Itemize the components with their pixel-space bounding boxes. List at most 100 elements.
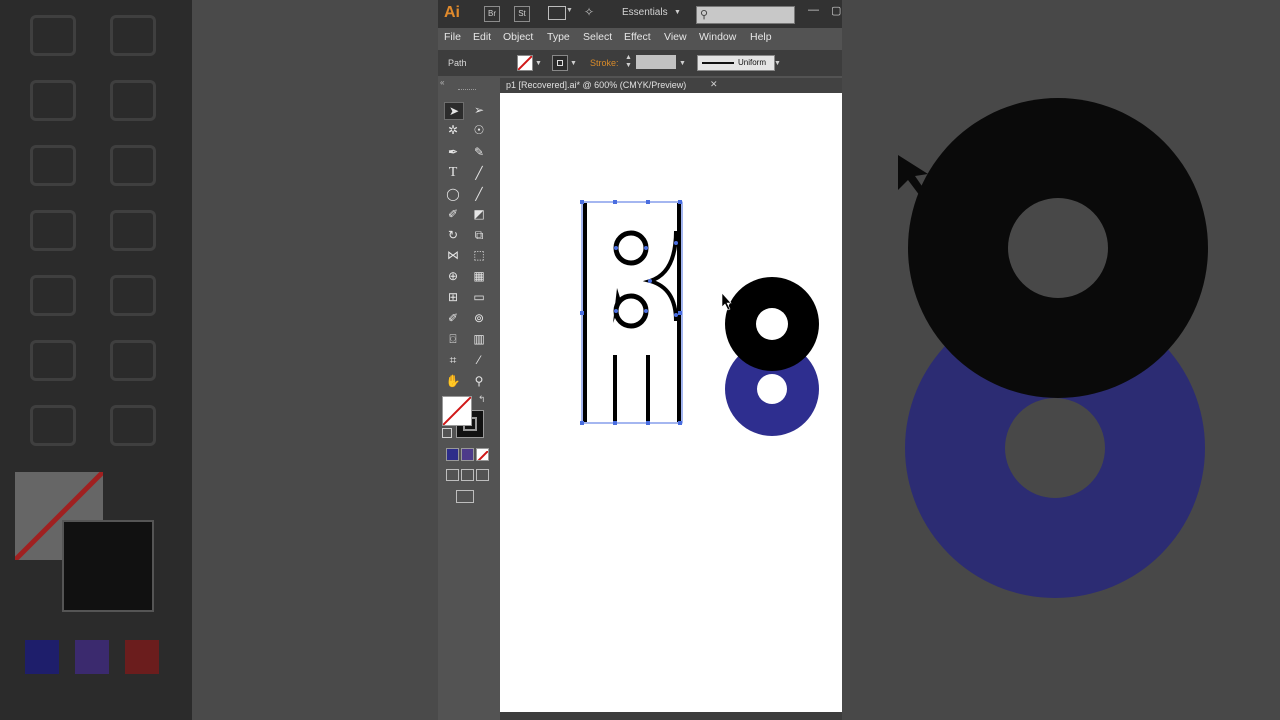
eraser-tool-icon[interactable]: ◩ <box>470 206 488 222</box>
search-input[interactable]: ⚲ <box>696 6 795 24</box>
workspace-switcher[interactable]: Essentials <box>622 7 668 18</box>
menu-select[interactable]: Select <box>583 31 612 43</box>
fill-dropdown-icon[interactable]: ▼ <box>535 60 542 67</box>
variable-width-profile[interactable]: Uniform <box>697 55 775 71</box>
artboard-tool-icon[interactable]: ⌗ <box>444 352 462 368</box>
search-icon: ⚲ <box>700 9 709 21</box>
blur-blend-icon <box>110 210 156 251</box>
selection-tool-icon[interactable]: ➤ <box>444 102 464 120</box>
slice-tool-icon[interactable]: ⁄ <box>470 352 488 368</box>
menu-bar: File Edit Object Type Select Effect View… <box>438 28 842 48</box>
width-tool-icon[interactable]: ⋈ <box>444 247 462 263</box>
none-mode-button[interactable] <box>476 448 489 461</box>
menu-effect[interactable]: Effect <box>624 31 651 43</box>
panel-grip[interactable] <box>458 89 476 92</box>
menu-file[interactable]: File <box>444 31 461 43</box>
shaper-tool-icon[interactable]: ✐ <box>444 206 462 222</box>
document-tab-title: p1 [Recovered].ai* @ 600% (CMYK/Preview) <box>506 80 687 90</box>
column-graph-tool-icon[interactable]: ▥ <box>470 331 488 347</box>
mesh-tool-icon[interactable]: ⊞ <box>444 289 462 305</box>
tools-panel: « ➤ ➢ ✲ ☉ ✒ ✎ T ╱ ◯ ╱ ✐ ◩ ↻ ⧉ ⋈ ⬚ ⊕ ▦ ⊞ … <box>438 76 498 720</box>
blur-pen-icon <box>30 15 76 56</box>
zoom-tool-icon[interactable]: ⚲ <box>470 373 488 389</box>
bridge-button[interactable]: Br <box>484 6 500 22</box>
blur-eyedropper-icon <box>30 210 76 251</box>
draw-behind-icon[interactable] <box>461 469 474 481</box>
close-document-icon[interactable]: ✕ <box>710 79 718 90</box>
draw-normal-icon[interactable] <box>446 469 459 481</box>
direct-selection-tool-icon[interactable]: ➢ <box>470 102 488 118</box>
menu-edit[interactable]: Edit <box>473 31 491 43</box>
menu-type[interactable]: Type <box>547 31 570 43</box>
screen-mode-icon[interactable] <box>456 490 474 503</box>
collapse-panel-icon[interactable]: « <box>440 78 444 87</box>
blend-tool-icon[interactable]: ⊚ <box>470 310 488 326</box>
artboard-canvas[interactable] <box>500 93 842 712</box>
pen-tool-icon[interactable]: ✒ <box>444 144 462 160</box>
artwork <box>580 200 819 436</box>
selection-type-label: Path <box>448 58 467 68</box>
blur-symbol-icon <box>30 275 76 316</box>
hand-tool-icon[interactable]: ✋ <box>444 373 462 389</box>
workspace-dropdown-icon[interactable]: ▼ <box>674 9 681 16</box>
gpu-performance-icon[interactable]: ✧ <box>584 5 594 19</box>
magic-wand-tool-icon[interactable]: ✲ <box>444 122 462 138</box>
stock-button[interactable]: St <box>514 6 530 22</box>
blur-slice-icon <box>110 340 156 381</box>
eyedropper-tool-icon[interactable]: ✐ <box>444 310 462 326</box>
stroke-weight-dropdown-icon[interactable]: ▼ <box>679 60 686 67</box>
line-tool-icon[interactable]: ╱ <box>470 165 488 181</box>
stroke-weight-field[interactable] <box>636 55 676 69</box>
blur-artboard-icon <box>30 340 76 381</box>
curvature-tool-icon[interactable]: ✎ <box>470 144 488 160</box>
stroke-weight-label[interactable]: Stroke: <box>590 58 619 68</box>
free-transform-tool-icon[interactable]: ⬚ <box>470 247 488 263</box>
arrange-dropdown-icon[interactable]: ▼ <box>566 7 573 14</box>
blur-hand-icon <box>30 405 76 446</box>
perspective-grid-tool-icon[interactable]: ▦ <box>470 268 488 284</box>
blur-gradient-mode <box>75 640 109 674</box>
blur-stroke-swatch <box>62 520 154 612</box>
blur-mesh-icon <box>30 145 76 186</box>
symbol-sprayer-tool-icon[interactable]: ⌼ <box>444 331 462 347</box>
title-bar: Ai Br St ▼ ✧ Essentials ▼ ⚲ — ▢ <box>438 0 842 28</box>
menu-view[interactable]: View <box>664 31 687 43</box>
draw-inside-icon[interactable] <box>476 469 489 481</box>
illustrator-window: Ai Br St ▼ ✧ Essentials ▼ ⚲ — ▢ File Edi… <box>438 0 842 720</box>
stroke-stepper[interactable]: ▲ ▼ <box>625 54 632 70</box>
control-bar: Path ▼ ▼ Stroke: ▲ ▼ ▼ Uniform ▼ <box>438 50 842 76</box>
gradient-tool-icon[interactable]: ▭ <box>470 289 488 305</box>
minimize-icon[interactable]: — <box>808 4 819 16</box>
document-tab[interactable]: p1 [Recovered].ai* @ 600% (CMYK/Preview)… <box>500 78 842 93</box>
figure-eight-shape[interactable] <box>725 277 819 436</box>
menu-object[interactable]: Object <box>503 31 533 43</box>
color-mode-button[interactable] <box>446 448 459 461</box>
gradient-mode-button[interactable] <box>461 448 474 461</box>
blur-artwork <box>898 98 1208 598</box>
stroke-dropdown-icon[interactable]: ▼ <box>570 60 577 67</box>
default-fill-stroke-icon[interactable] <box>442 428 452 438</box>
fill-color-box[interactable] <box>442 396 472 426</box>
stroke-swatch[interactable] <box>552 55 568 71</box>
profile-label: Uniform <box>738 58 767 67</box>
maximize-icon[interactable]: ▢ <box>831 4 841 17</box>
paintbrush-tool-icon[interactable]: ╱ <box>470 186 488 202</box>
status-bar <box>500 712 842 720</box>
profile-dropdown-icon[interactable]: ▼ <box>774 60 781 67</box>
blur-graph-icon <box>110 80 156 121</box>
menu-help[interactable]: Help <box>750 31 772 43</box>
fill-none-swatch[interactable] <box>517 55 533 71</box>
rotate-tool-icon[interactable]: ↻ <box>444 227 462 243</box>
type-tool-icon[interactable]: T <box>444 165 462 181</box>
menu-window[interactable]: Window <box>699 31 736 43</box>
ellipse-tool-icon[interactable]: ◯ <box>444 186 462 202</box>
blur-transform-icon <box>110 15 156 56</box>
lasso-tool-icon[interactable]: ☉ <box>470 122 488 138</box>
arrange-documents-icon[interactable] <box>548 6 566 20</box>
shape-builder-tool-icon[interactable]: ⊕ <box>444 268 462 284</box>
blur-zoom-icon <box>110 405 156 446</box>
selected-path-group[interactable] <box>580 200 683 425</box>
background-right-zoom <box>842 0 1280 720</box>
swap-fill-stroke-icon[interactable]: ↰ <box>478 394 486 405</box>
scale-tool-icon[interactable]: ⧉ <box>470 227 488 243</box>
